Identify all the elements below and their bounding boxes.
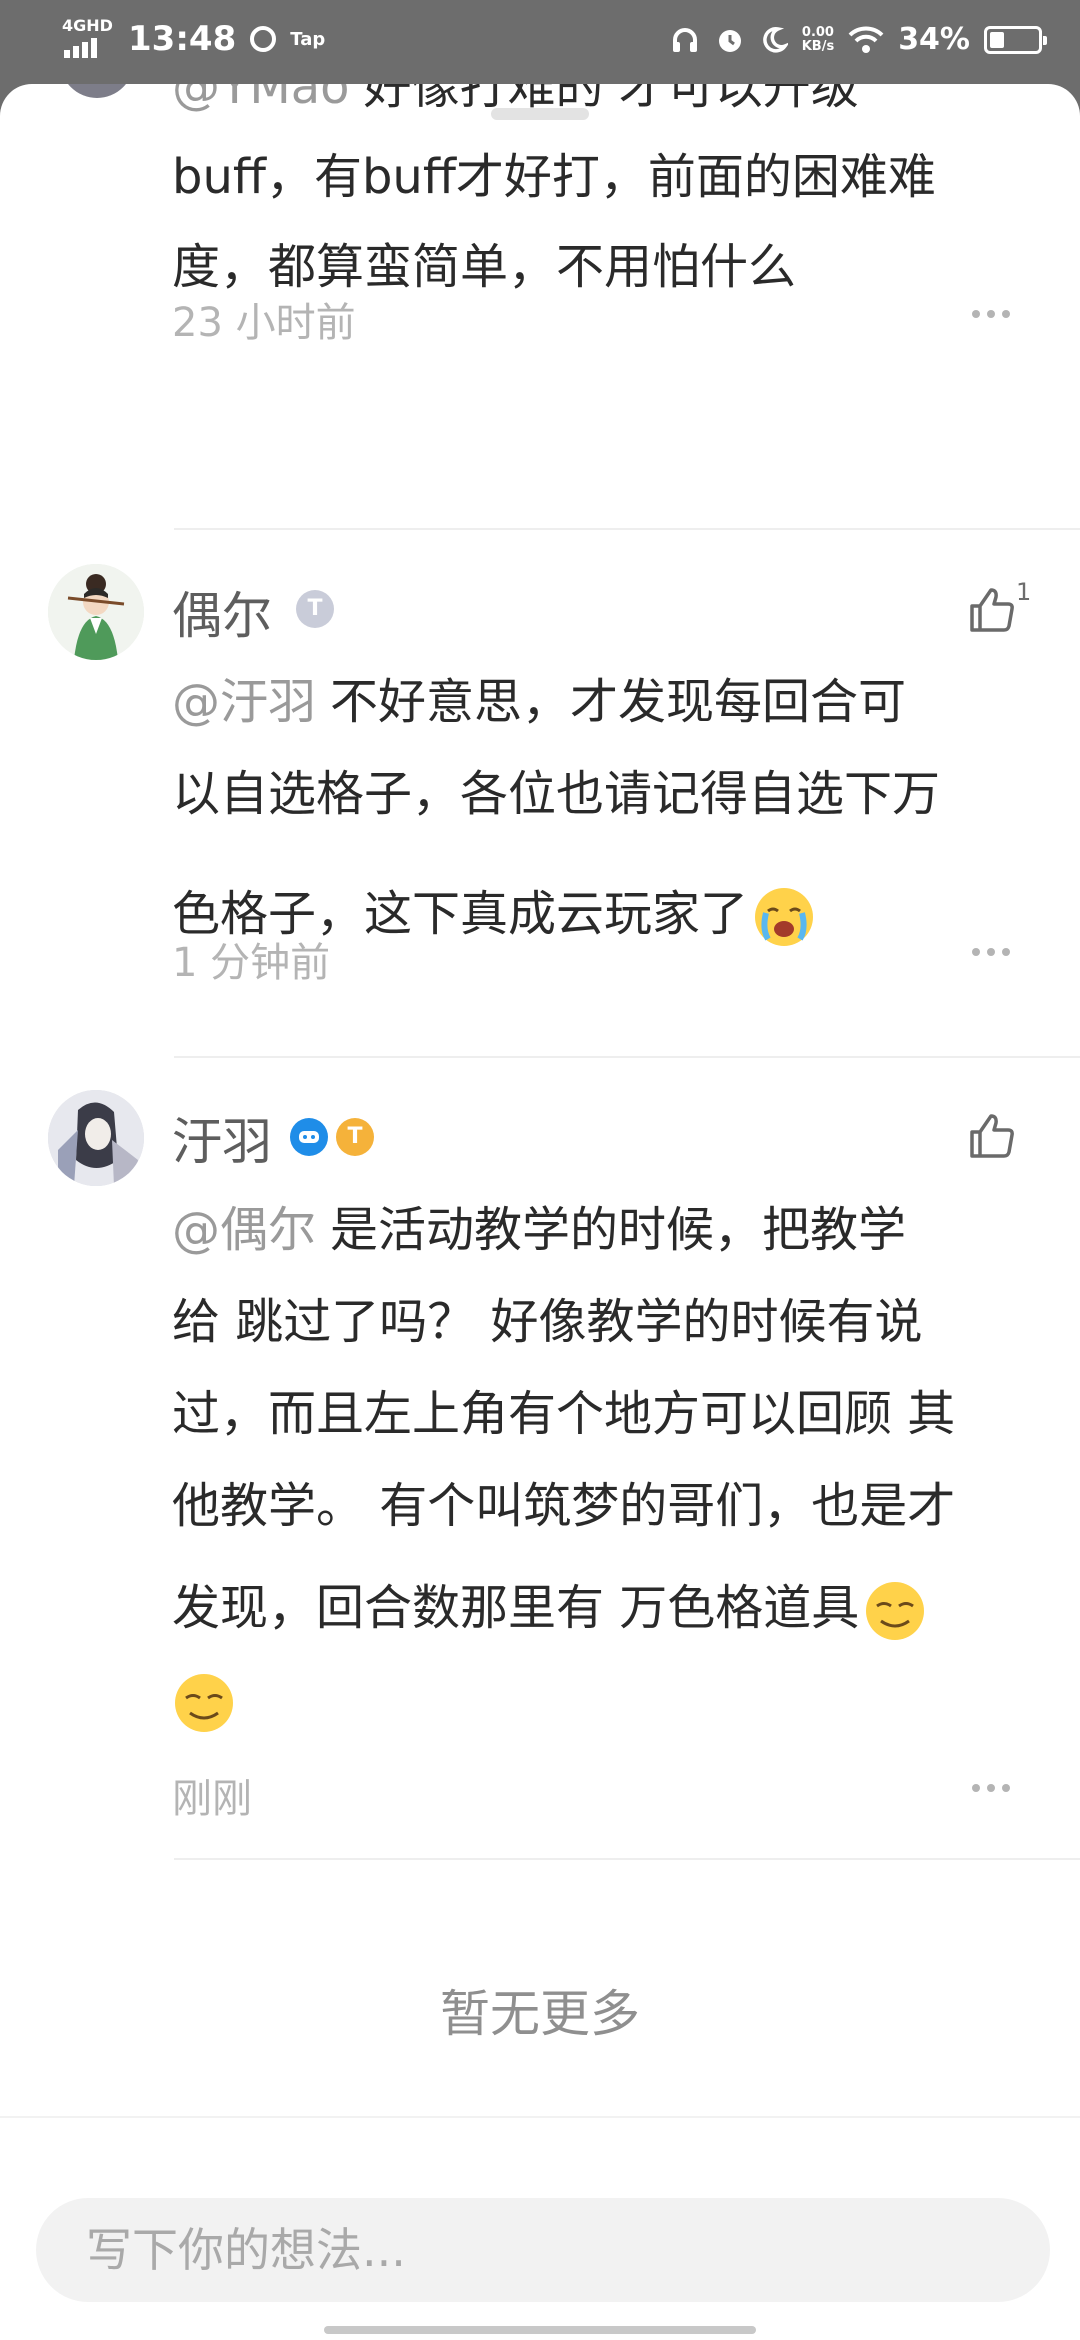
more-options-icon[interactable]: [972, 948, 1010, 958]
comment-input[interactable]: 写下你的想法...: [36, 2198, 1050, 2302]
headphones-icon: [672, 27, 697, 52]
network-speed: 0.00 KB/s: [801, 24, 835, 54]
like-icon[interactable]: [964, 582, 1020, 638]
divider: [174, 528, 1080, 530]
avatar[interactable]: [60, 84, 134, 98]
like-icon[interactable]: [964, 1108, 1020, 1164]
mention-link[interactable]: @YMao: [172, 84, 350, 115]
level-badge-icon: T: [336, 1118, 374, 1156]
comments-sheet: @YMao 好像打难的 才可以升级 buff，有buff才好打，前面的困难难 度，…: [0, 84, 1080, 2340]
comment-text: @偶尔 是活动教学的时候，把教学 给 跳过了吗？ 好像教学的时候有说 过，而且左上…: [172, 1184, 1052, 1746]
like-count: 1: [1016, 578, 1032, 606]
smirk-emoji-icon: [172, 1671, 236, 1735]
home-indicator[interactable]: [324, 2326, 756, 2334]
comment-time: 刚刚: [172, 1776, 252, 1822]
divider: [174, 1858, 1080, 1860]
network-type: 4GHD: [62, 16, 113, 35]
avatar[interactable]: [48, 1090, 144, 1186]
divider: [174, 1056, 1080, 1058]
smirk-emoji-icon: [863, 1579, 927, 1643]
more-options-icon[interactable]: [972, 310, 1010, 320]
comment-time: 1 分钟前: [172, 940, 331, 986]
comment-text: @汙羽 不好意思，才发现每回合可 以自选格子，各位也请记得自选下万 色格子，这下真…: [172, 656, 1052, 960]
tap-status-label: Tap: [290, 28, 326, 50]
username[interactable]: 汙羽: [172, 1102, 272, 1174]
battery-icon: [984, 25, 1047, 54]
username[interactable]: 偶尔: [172, 576, 272, 648]
comment-text: @YMao 好像打难的 才可以升级 buff，有buff才好打，前面的困难难 度，…: [172, 84, 1052, 312]
clock: 13:48: [128, 19, 237, 59]
mention-link[interactable]: @偶尔: [172, 1202, 316, 1258]
more-options-icon[interactable]: [972, 1784, 1010, 1794]
mention-link[interactable]: @汙羽: [172, 674, 316, 730]
signal-icon: 4GHD: [62, 18, 114, 60]
moon-icon: [762, 26, 788, 53]
crying-emoji-icon: [752, 885, 816, 949]
status-bar: 4GHD 13:48 Tap 0.00 KB/s 34%: [0, 0, 1080, 82]
game-badge-icon: [290, 1118, 328, 1156]
comment-time: 23 小时前: [172, 300, 356, 346]
no-more-label: 暂无更多: [440, 1985, 640, 2043]
battery-percent: 34%: [898, 22, 970, 57]
level-badge-icon: T: [296, 590, 334, 628]
alarm-icon: [718, 29, 741, 52]
avatar[interactable]: [48, 564, 144, 660]
wifi-icon: [848, 26, 884, 53]
app-status-icon: [250, 26, 277, 52]
